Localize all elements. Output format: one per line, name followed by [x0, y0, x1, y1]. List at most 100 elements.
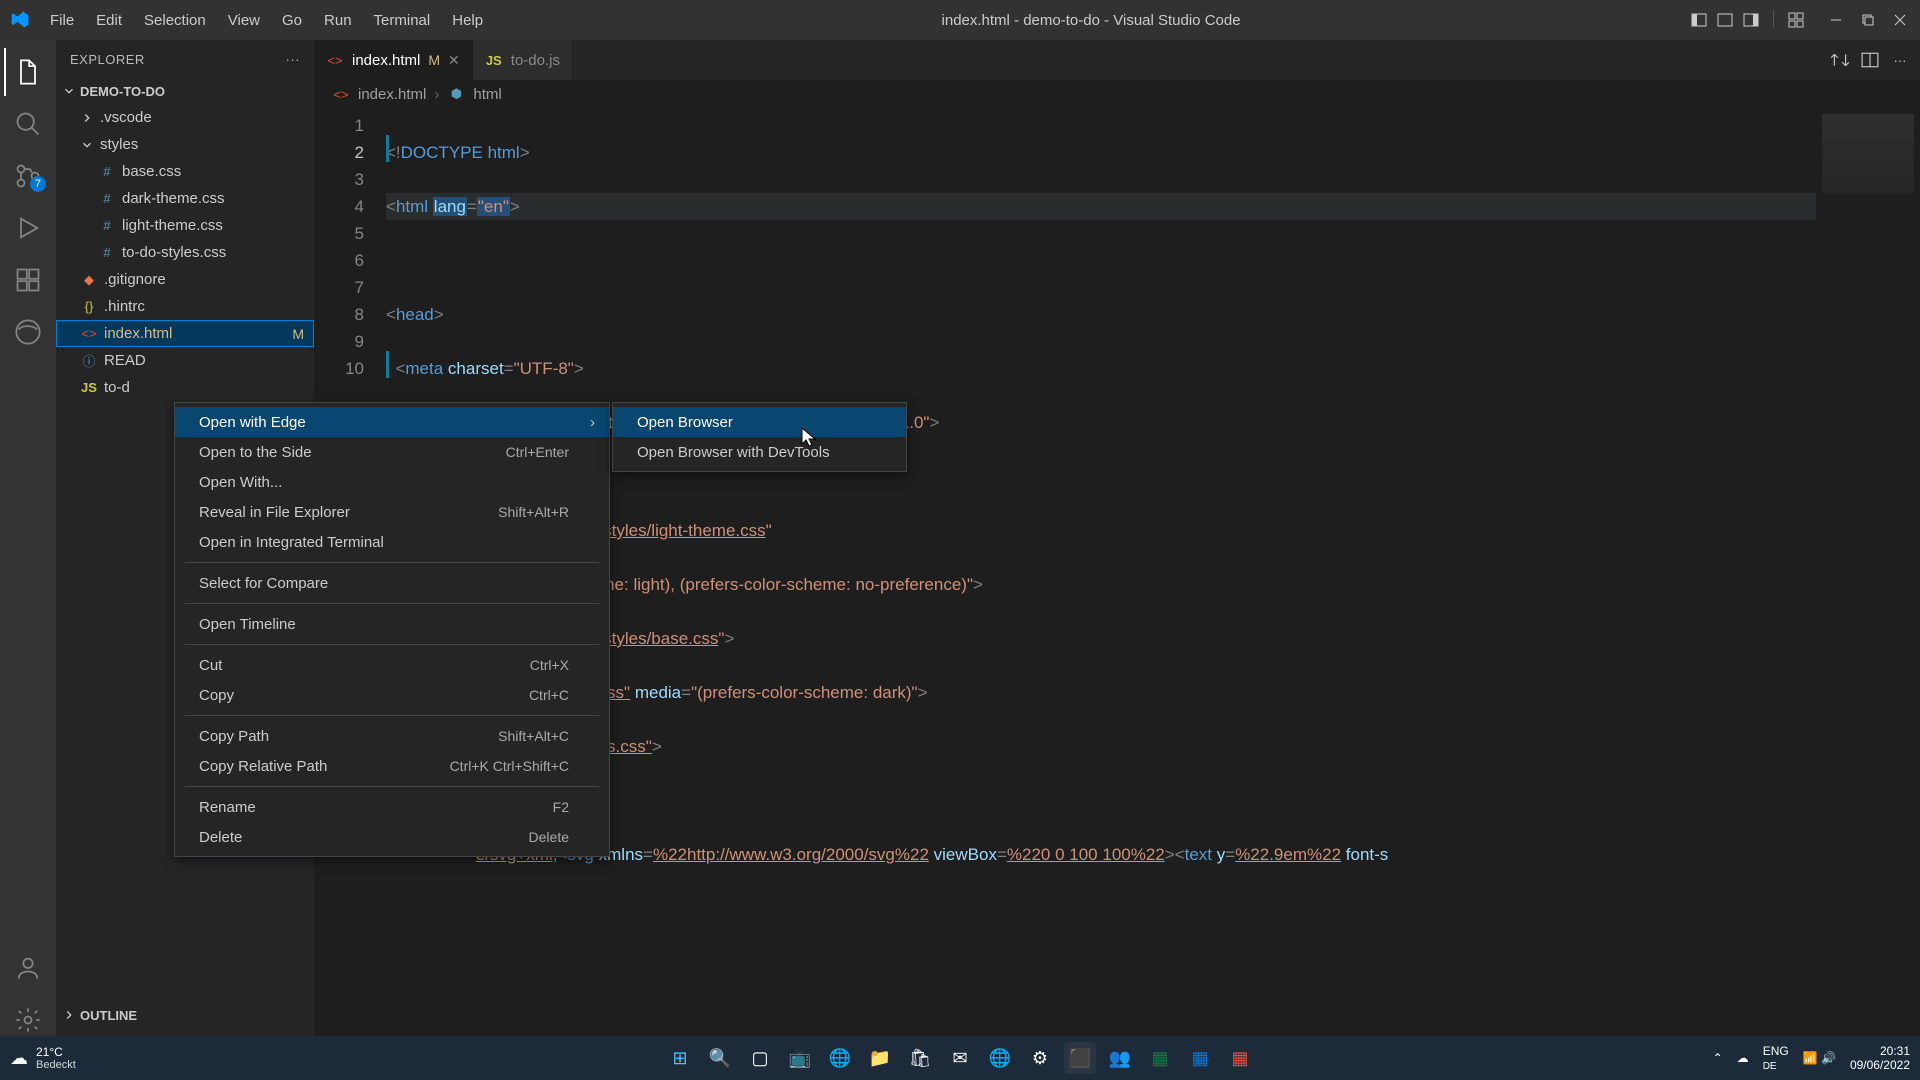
cm-select-compare[interactable]: Select for Compare [175, 568, 609, 598]
extensions-icon[interactable] [4, 256, 52, 304]
vscode-app-icon[interactable]: ⬛ [1064, 1042, 1096, 1074]
menu-help[interactable]: Help [442, 6, 493, 35]
cm-rename[interactable]: RenameF2 [175, 792, 609, 822]
menu-edit[interactable]: Edit [86, 6, 132, 35]
taskbar-search-icon[interactable]: 🔍 [704, 1042, 736, 1074]
cm-delete[interactable]: DeleteDelete [175, 822, 609, 852]
cm-cut[interactable]: CutCtrl+X [175, 650, 609, 680]
panel-right-icon[interactable] [1741, 10, 1761, 30]
menu-selection[interactable]: Selection [134, 6, 216, 35]
task-view-icon[interactable]: ▢ [744, 1042, 776, 1074]
file-readme[interactable]: ⓘREAD [56, 347, 314, 374]
file-dark-theme-css[interactable]: #dark-theme.css [56, 185, 314, 212]
cm-copy-path[interactable]: Copy PathShift+Alt+C [175, 721, 609, 751]
onedrive-icon[interactable]: ☁ [1737, 1051, 1749, 1065]
separator [1773, 10, 1774, 28]
edge-icon[interactable]: 🌐 [824, 1042, 856, 1074]
cm-copy-relative-path[interactable]: Copy Relative PathCtrl+K Ctrl+Shift+C [175, 751, 609, 781]
menu-run[interactable]: Run [314, 6, 362, 35]
vscode-logo-icon [10, 10, 30, 30]
clock[interactable]: 20:3109/06/2022 [1850, 1044, 1910, 1072]
menu-go[interactable]: Go [272, 6, 312, 35]
breadcrumb[interactable]: <> index.html › ⬢ html [314, 80, 1920, 108]
close-icon[interactable] [1890, 10, 1910, 30]
layout-customize-icon[interactable] [1786, 10, 1806, 30]
separator [185, 715, 599, 716]
breadcrumb-symbol[interactable]: html [473, 86, 501, 103]
explorer-app-icon[interactable]: 📁 [864, 1042, 896, 1074]
tab-bar: <> index.html M ✕ JS to-do.js ··· [314, 40, 1920, 80]
context-menu: Open with Edge› Open to the SideCtrl+Ent… [174, 402, 610, 857]
cm-open-terminal[interactable]: Open in Integrated Terminal [175, 527, 609, 557]
start-icon[interactable]: ⊞ [664, 1042, 696, 1074]
file-todo-styles-css[interactable]: #to-do-styles.css [56, 239, 314, 266]
more-actions-icon[interactable]: ··· [1890, 50, 1910, 70]
search-icon[interactable] [4, 100, 52, 148]
panel-bottom-icon[interactable] [1715, 10, 1735, 30]
explorer-icon[interactable] [4, 48, 52, 96]
settings-app-icon[interactable]: ⚙ [1024, 1042, 1056, 1074]
cm-reveal-explorer[interactable]: Reveal in File ExplorerShift+Alt+R [175, 497, 609, 527]
project-header[interactable]: DEMO-TO-DO [56, 78, 314, 104]
file-hintrc[interactable]: {}.hintrc [56, 293, 314, 320]
store-icon[interactable]: 🛍 [904, 1042, 936, 1074]
mail-icon[interactable]: ✉ [944, 1042, 976, 1074]
app-icon[interactable]: 📺 [784, 1042, 816, 1074]
more-icon[interactable]: ··· [286, 52, 301, 67]
maximize-icon[interactable] [1858, 10, 1878, 30]
excel-icon[interactable]: ▦ [1144, 1042, 1176, 1074]
separator [185, 644, 599, 645]
edge-dev-icon[interactable]: 🌐 [984, 1042, 1016, 1074]
cm-open-browser-devtools[interactable]: Open Browser with DevTools [613, 437, 906, 467]
folder-styles[interactable]: styles [56, 131, 314, 158]
file-light-theme-css[interactable]: #light-theme.css [56, 212, 314, 239]
separator [185, 786, 599, 787]
compare-changes-icon[interactable] [1830, 50, 1850, 70]
teams-icon[interactable]: 👥 [1104, 1042, 1136, 1074]
tab-todo-js[interactable]: JS to-do.js [473, 40, 573, 80]
breadcrumb-file[interactable]: index.html [358, 86, 426, 103]
cm-open-to-side[interactable]: Open to the SideCtrl+Enter [175, 437, 609, 467]
modified-badge: M [292, 326, 304, 342]
file-todo-js[interactable]: JSto-d [56, 374, 314, 401]
cm-copy[interactable]: CopyCtrl+C [175, 680, 609, 710]
outlook-icon[interactable]: ▦ [1184, 1042, 1216, 1074]
edge-tools-icon[interactable] [4, 308, 52, 356]
folder-vscode[interactable]: .vscode [56, 104, 314, 131]
file-index-html[interactable]: <>index.htmlM [56, 320, 314, 347]
minimap[interactable] [1816, 108, 1920, 1054]
split-editor-icon[interactable] [1860, 50, 1880, 70]
cm-open-with[interactable]: Open With... [175, 467, 609, 497]
panel-left-icon[interactable] [1689, 10, 1709, 30]
minimize-icon[interactable] [1826, 10, 1846, 30]
weather-widget[interactable]: ☁ 21°CBedeckt [10, 1045, 76, 1071]
account-icon[interactable] [4, 944, 52, 992]
outline-header[interactable]: OUTLINE [56, 1002, 314, 1028]
taskbar-apps: ⊞ 🔍 ▢ 📺 🌐 📁 🛍 ✉ 🌐 ⚙ ⬛ 👥 ▦ ▦ ▦ [664, 1042, 1256, 1074]
menu-terminal[interactable]: Terminal [364, 6, 441, 35]
debug-icon[interactable] [4, 204, 52, 252]
app-icon-2[interactable]: ▦ [1224, 1042, 1256, 1074]
activitybar: 7 [0, 40, 56, 1054]
source-control-icon[interactable]: 7 [4, 152, 52, 200]
cm-open-with-edge[interactable]: Open with Edge› [175, 407, 609, 437]
scm-badge: 7 [30, 176, 46, 192]
tab-modified-indicator: M [428, 52, 440, 68]
tab-close-icon[interactable]: ✕ [448, 52, 460, 69]
cm-open-browser[interactable]: Open Browser [613, 407, 906, 437]
tab-index-html[interactable]: <> index.html M ✕ [314, 40, 473, 80]
separator [185, 603, 599, 604]
file-base-css[interactable]: #base.css [56, 158, 314, 185]
network-volume-icon[interactable]: 📶 🔊 [1803, 1051, 1836, 1065]
code-content[interactable]: <!DOCTYPE html> <html lang="en"> <head> … [386, 108, 1920, 1054]
project-name: DEMO-TO-DO [80, 84, 165, 99]
window-title: index.html - demo-to-do - Visual Studio … [493, 12, 1689, 29]
menu-view[interactable]: View [218, 6, 270, 35]
file-gitignore[interactable]: ◆.gitignore [56, 266, 314, 293]
sidebar-header: EXPLORER ··· [56, 40, 314, 78]
system-tray: ⌃ ☁ ENGDE 📶 🔊 20:3109/06/2022 [1713, 1044, 1910, 1072]
tray-chevron-icon[interactable]: ⌃ [1713, 1051, 1723, 1065]
ime-indicator[interactable]: ENGDE [1763, 1044, 1789, 1072]
menu-file[interactable]: File [40, 6, 84, 35]
cm-open-timeline[interactable]: Open Timeline [175, 609, 609, 639]
